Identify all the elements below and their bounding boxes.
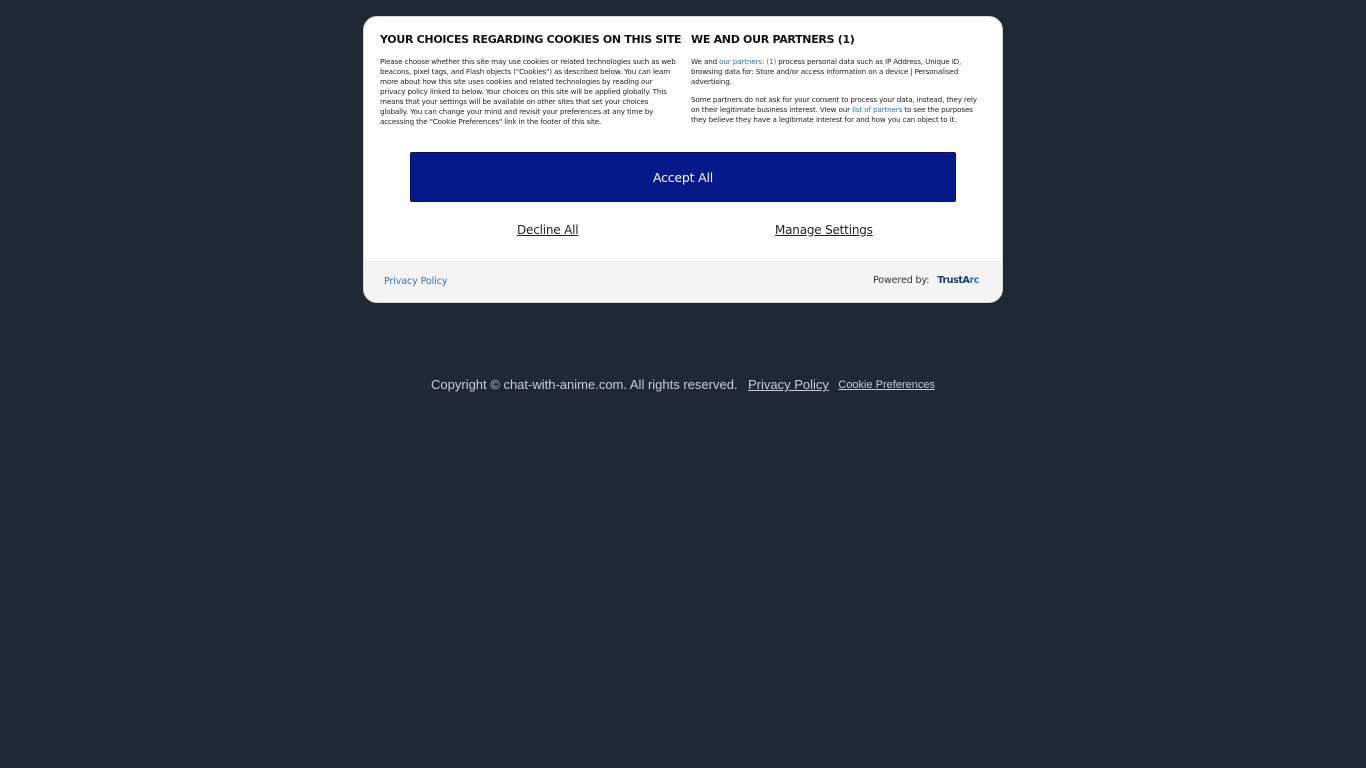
manage-settings-button[interactable]: Manage Settings xyxy=(775,223,873,237)
partners-title: WE AND OUR PARTNERS (1) xyxy=(691,33,855,46)
powered-by-label: Powered by: xyxy=(872,275,930,286)
site-footer: Copyright © chat-with-anime.com. All rig… xyxy=(0,376,1366,394)
accept-all-button[interactable]: Accept All xyxy=(410,152,956,202)
list-of-partners-link[interactable]: list of partners xyxy=(852,105,902,114)
powered-by: Powered by: TrustArc xyxy=(873,275,979,286)
trustarc-logo-main: TrustA xyxy=(937,275,970,286)
cookie-consent-dialog: YOUR CHOICES REGARDING COOKIES ON THIS S… xyxy=(363,16,1003,303)
partners-text-1: We and our partners: (1) process persona… xyxy=(691,57,987,87)
trustarc-logo[interactable]: TrustArc xyxy=(937,275,979,286)
partners-column: WE AND OUR PARTNERS (1) We and our partn… xyxy=(691,33,987,133)
cookie-preferences-link[interactable]: Cookie Preferences xyxy=(838,379,935,391)
consent-columns: YOUR CHOICES REGARDING COOKIES ON THIS S… xyxy=(380,33,986,153)
consent-privacy-policy-link[interactable]: Privacy Policy xyxy=(384,276,447,287)
our-partners-link[interactable]: our partners: (1) xyxy=(719,57,776,66)
copyright-text: Copyright © chat-with-anime.com. All rig… xyxy=(431,377,738,393)
consent-footer: Privacy Policy Powered by: TrustArc xyxy=(364,261,1002,302)
page: YOUR CHOICES REGARDING COOKIES ON THIS S… xyxy=(0,0,1366,768)
partners-text-2: Some partners do not ask for your consen… xyxy=(691,95,987,125)
trustarc-logo-accent: rc xyxy=(969,275,979,286)
partners-text-1-pre: We and xyxy=(691,57,720,66)
cookie-choices-title: YOUR CHOICES REGARDING COOKIES ON THIS S… xyxy=(380,33,682,46)
decline-all-button[interactable]: Decline All xyxy=(517,223,579,237)
footer-privacy-policy-link[interactable]: Privacy Policy xyxy=(748,377,829,392)
cookie-choices-column: YOUR CHOICES REGARDING COOKIES ON THIS S… xyxy=(380,33,682,135)
cookie-choices-text: Please choose whether this site may use … xyxy=(380,57,676,126)
